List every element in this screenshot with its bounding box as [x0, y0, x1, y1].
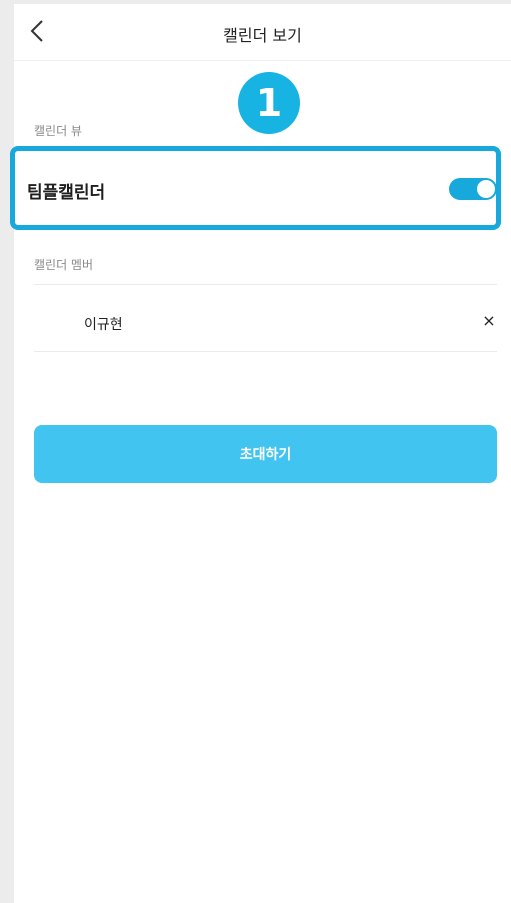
divider [34, 351, 497, 352]
calendar-visibility-toggle[interactable] [449, 178, 497, 200]
highlight-frame: 팀플캘린더 [10, 146, 501, 230]
calendar-name-label: 팀플캘린더 [27, 183, 106, 203]
divider [34, 284, 497, 285]
header-bar: 캘린더 보기 [14, 4, 511, 61]
member-name: 이규현 [84, 317, 123, 333]
calendar-members-section-label: 캘린더 멤버 [34, 258, 94, 272]
calendar-view-section-label: 캘린더 뷰 [34, 124, 82, 138]
app-screen: 캘린더 보기 1 캘린더 뷰 팀플캘린더 캘린더 멤버 이규현 × 초대하기 [10, 4, 511, 903]
page-title: 캘린더 보기 [223, 26, 302, 45]
toggle-knob [477, 180, 495, 198]
step-badge: 1 [238, 72, 300, 134]
remove-member-button[interactable]: × [480, 310, 498, 332]
invite-button[interactable]: 초대하기 [34, 425, 497, 483]
